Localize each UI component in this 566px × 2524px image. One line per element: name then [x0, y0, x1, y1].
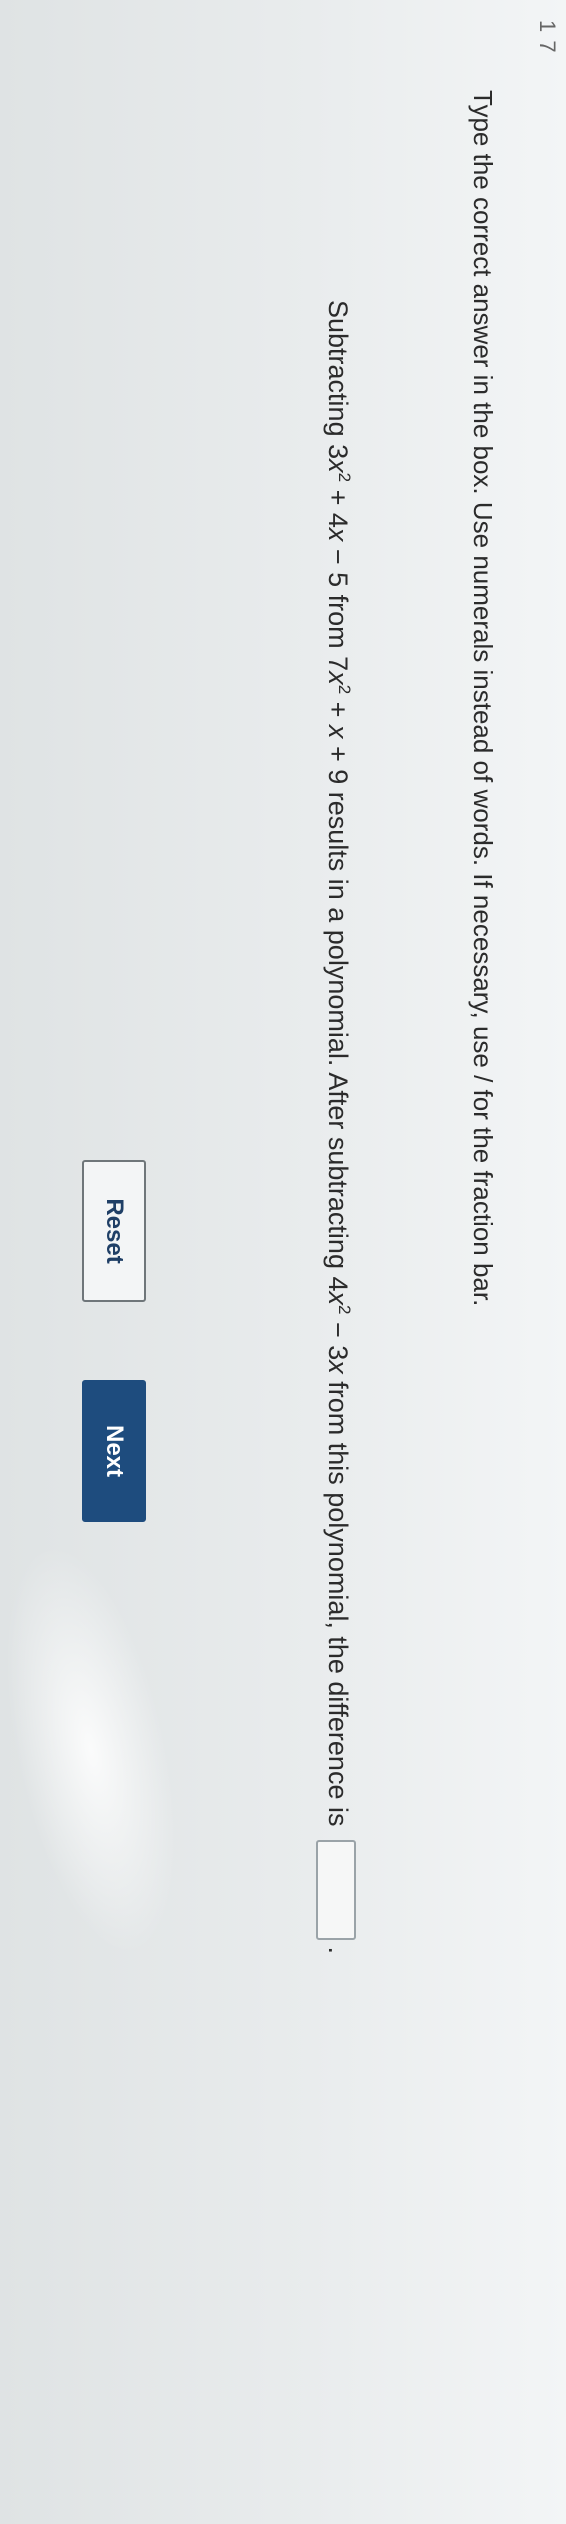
variable-x: x	[322, 724, 353, 739]
variable-x: x	[322, 1360, 353, 1374]
answer-input[interactable]	[316, 1840, 356, 1941]
screen-glare	[0, 1528, 209, 1972]
exponent: 2	[334, 472, 354, 483]
reset-button[interactable]: Reset	[82, 1160, 146, 1302]
next-button[interactable]: Next	[82, 1380, 146, 1522]
variable-x: x	[322, 527, 353, 542]
question-part: Subtracting 3	[322, 300, 353, 460]
question-part: + 9 results in a polynomial. After subtr…	[322, 738, 353, 1292]
question-part: − 3	[322, 1314, 353, 1361]
question-text: Subtracting 3x2 + 4x − 5 from 7x2 + x + …	[316, 300, 356, 1954]
question-part: from this polynomial, the difference is	[322, 1373, 353, 1827]
question-part: +	[322, 694, 353, 725]
question-page: 1 7 Type the correct answer in the box. …	[0, 0, 566, 2524]
variable-x: x	[322, 671, 353, 685]
instruction-text: Type the correct answer in the box. Use …	[468, 90, 498, 1307]
sentence-period: .	[322, 1946, 353, 1954]
exponent: 2	[334, 684, 354, 695]
variable-x: x	[322, 459, 353, 473]
question-part: + 4	[322, 482, 353, 528]
variable-x: x	[322, 1291, 353, 1305]
question-number-fragment: 1 7	[535, 20, 560, 54]
question-part: − 5 from 7	[322, 541, 353, 672]
